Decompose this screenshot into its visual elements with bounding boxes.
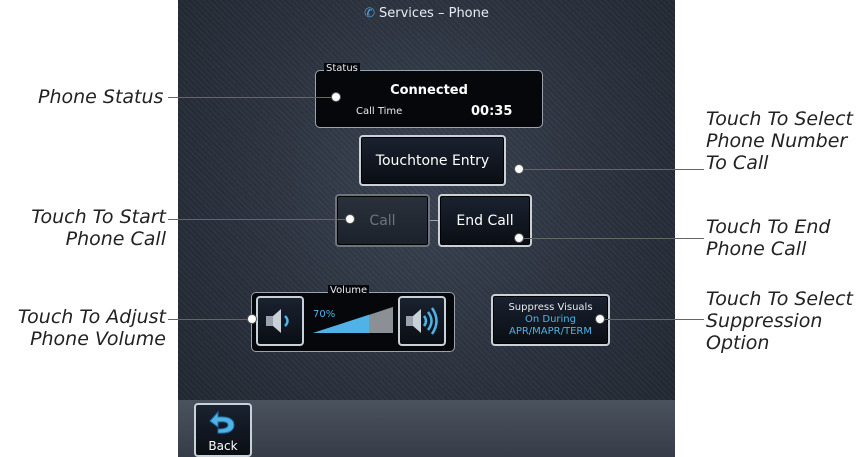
bottom-bar bbox=[178, 400, 675, 457]
callout-phone-status: Phone Status bbox=[38, 86, 164, 108]
suppress-visuals-button[interactable]: Suppress Visuals On During APR/MAPR/TERM bbox=[491, 294, 610, 346]
phone-icon: ✆ bbox=[364, 6, 376, 21]
callout-select-number: Touch To Select Phone Number To Call bbox=[706, 108, 853, 174]
back-label: Back bbox=[208, 439, 238, 453]
volume-control: Volume 70% bbox=[251, 285, 455, 352]
volume-label: Volume bbox=[328, 285, 370, 296]
volume-level-bar[interactable] bbox=[313, 307, 393, 333]
volume-up-button[interactable] bbox=[398, 296, 446, 346]
volume-fill bbox=[313, 314, 369, 333]
callout-line-select-number bbox=[519, 169, 704, 170]
callout-select-number-line3: To Call bbox=[706, 152, 769, 174]
back-arrow-icon bbox=[209, 410, 235, 434]
callout-adjust-volume-line1: Touch To Adjust bbox=[17, 306, 166, 328]
callout-suppression-line3: Option bbox=[706, 332, 770, 354]
callout-end-call-line2: Phone Call bbox=[706, 238, 807, 260]
call-time-value: 00:35 bbox=[471, 104, 513, 119]
callout-adjust-volume: Touch To Adjust Phone Volume bbox=[0, 306, 166, 350]
callout-line-adjust-volume bbox=[168, 319, 253, 320]
callout-line-end-call bbox=[519, 238, 704, 239]
callout-suppression-line1: Touch To Select bbox=[706, 288, 853, 310]
back-button[interactable]: Back bbox=[194, 403, 252, 457]
callout-dot-suppression bbox=[595, 314, 605, 324]
phone-status-box: Status Connected Call Time 00:35 bbox=[315, 63, 543, 128]
screen-title: ✆ Services – Phone bbox=[178, 6, 675, 21]
callout-start-call: Touch To Start Phone Call bbox=[0, 206, 166, 250]
callout-select-number-line1: Touch To Select bbox=[706, 108, 853, 130]
callout-start-call-line1: Touch To Start bbox=[31, 206, 166, 228]
callout-line-phone-status bbox=[168, 97, 336, 98]
callout-suppression-line2: Suppression bbox=[706, 310, 823, 332]
callout-dot-end-call bbox=[514, 233, 524, 243]
callout-dot-adjust-volume bbox=[247, 314, 257, 324]
status-label: Status bbox=[324, 63, 360, 74]
touchtone-entry-button[interactable]: Touchtone Entry bbox=[359, 135, 506, 186]
callout-dot-phone-status bbox=[331, 92, 341, 102]
volume-down-button[interactable] bbox=[256, 296, 304, 346]
callout-line-suppression bbox=[600, 319, 704, 320]
button-divider bbox=[430, 220, 438, 221]
suppress-line1: Suppress Visuals bbox=[508, 302, 593, 313]
callout-start-call-line2: Phone Call bbox=[65, 228, 166, 250]
call-label: Call bbox=[369, 212, 396, 229]
callout-select-number-line2: Phone Number bbox=[706, 130, 848, 152]
callout-end-call: Touch To End Phone Call bbox=[706, 216, 830, 260]
callout-line-start-call bbox=[168, 219, 350, 220]
call-time-label: Call Time bbox=[356, 106, 403, 117]
callout-dot-select-number bbox=[514, 164, 524, 174]
touchtone-entry-label: Touchtone Entry bbox=[375, 152, 490, 169]
phone-screen: ✆ Services – Phone Status Connected Call … bbox=[178, 0, 675, 457]
suppress-line3: APR/MAPR/TERM bbox=[508, 326, 592, 337]
callout-dot-start-call bbox=[345, 214, 355, 224]
speaker-low-icon bbox=[266, 309, 289, 333]
callout-adjust-volume-line2: Phone Volume bbox=[30, 328, 166, 350]
callout-suppression: Touch To Select Suppression Option bbox=[706, 288, 853, 354]
connection-state: Connected bbox=[390, 83, 468, 98]
title-text: Services – Phone bbox=[379, 6, 489, 21]
end-call-label: End Call bbox=[456, 212, 514, 229]
suppress-line2: On During bbox=[524, 314, 576, 325]
callout-end-call-line1: Touch To End bbox=[706, 216, 831, 238]
speaker-high-icon bbox=[406, 307, 438, 335]
